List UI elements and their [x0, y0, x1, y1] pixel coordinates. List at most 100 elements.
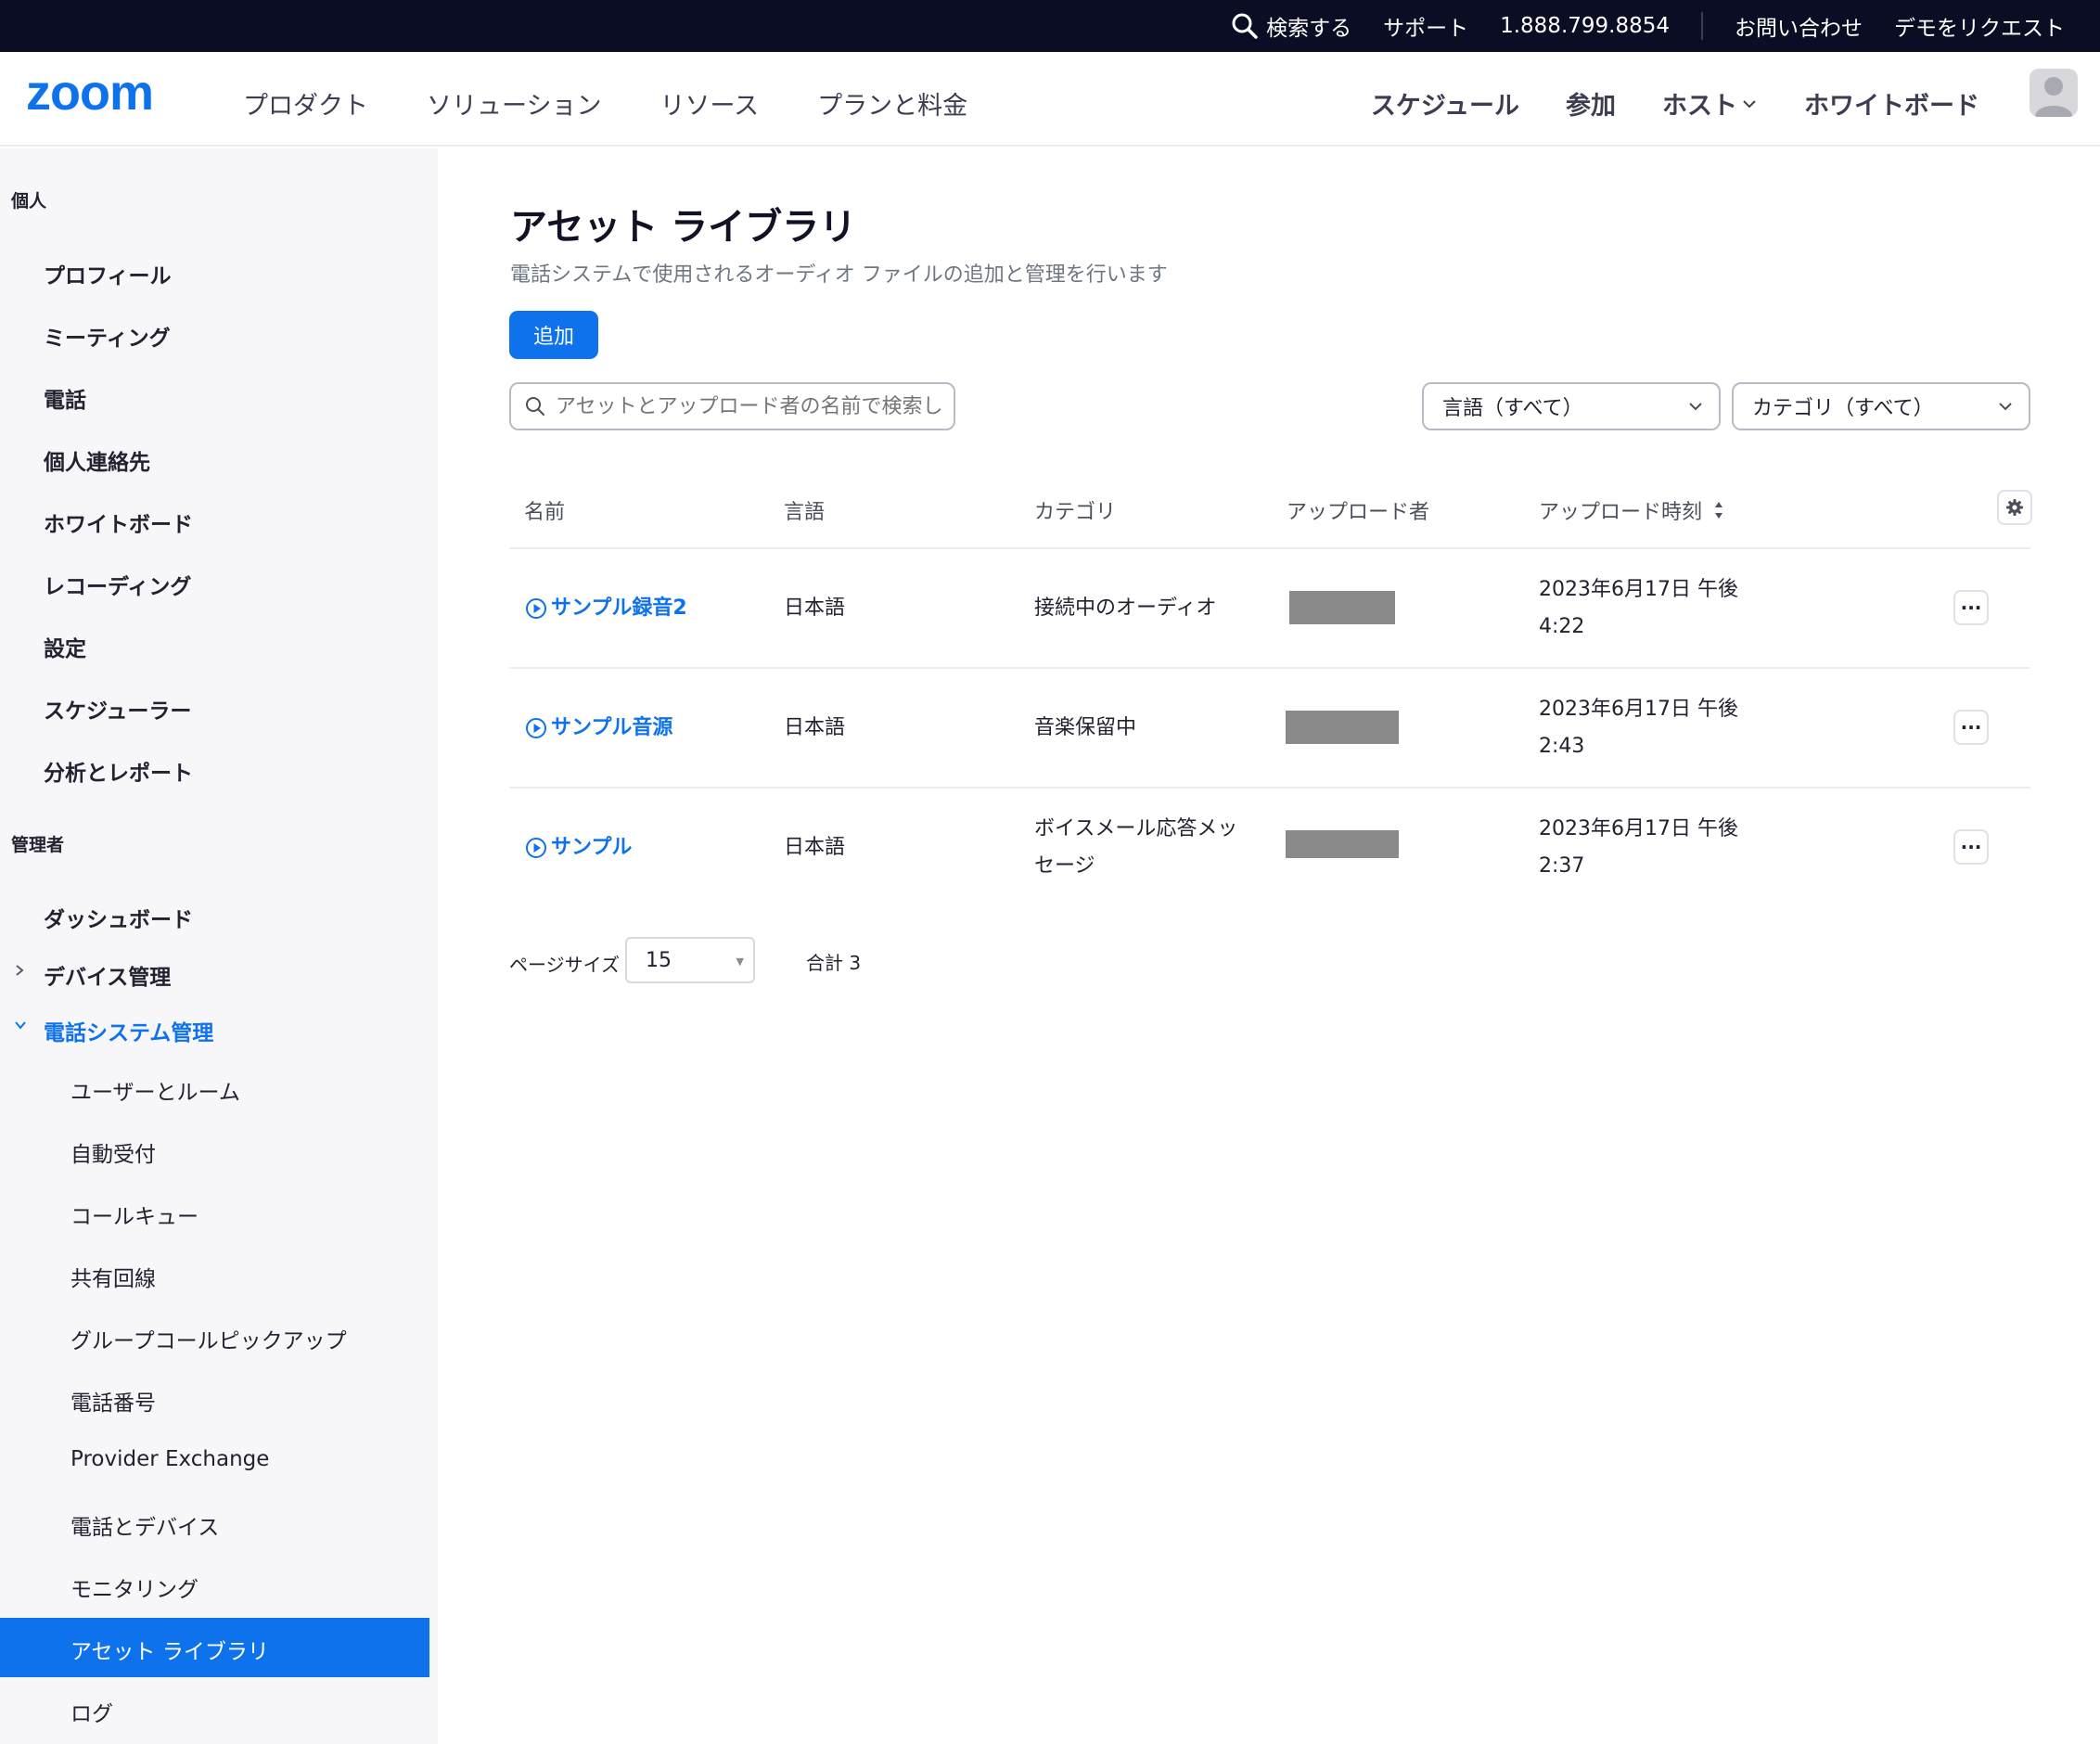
redacted-uploader	[1286, 830, 1399, 858]
asset-name-link[interactable]: サンプル録音2	[525, 590, 687, 627]
sidebar-item-settings[interactable]: 設定	[44, 631, 86, 662]
column-header-uploaded-at-label: アップロード時刻	[1539, 501, 1703, 524]
sidebar-sub-asset-library-label: アセット ライブラリ	[70, 1640, 269, 1664]
asset-language: 日本語	[784, 716, 846, 739]
sidebar-sub-logs[interactable]: ログ	[70, 1696, 113, 1727]
nav-schedule[interactable]: スケジュール	[1371, 85, 1519, 122]
nav-host-label: ホスト	[1662, 92, 1737, 121]
svg-text:zoom: zoom	[26, 72, 153, 115]
nav-resources[interactable]: リソース	[659, 85, 759, 122]
support-link[interactable]: サポート	[1383, 10, 1468, 42]
column-settings-button[interactable]	[1997, 490, 2032, 525]
page-description: 電話システムで使用されるオーディオ ファイルの追加と管理を行います	[510, 263, 1168, 287]
sidebar-item-phone-system[interactable]: 電話システム管理	[44, 1015, 213, 1046]
sidebar-item-scheduler[interactable]: スケジューラー	[44, 693, 191, 725]
sidebar-item-device-management[interactable]: デバイス管理	[44, 959, 171, 991]
row-more-button[interactable]: ···	[1953, 590, 1989, 625]
row-more-button[interactable]: ···	[1953, 710, 1989, 745]
sidebar-sub-users-rooms[interactable]: ユーザーとルーム	[70, 1074, 240, 1106]
uploaded-date: 2023年6月17日 午後	[1539, 578, 1738, 601]
sidebar-sub-phone-numbers[interactable]: 電話番号	[70, 1385, 156, 1417]
redacted-uploader	[1289, 591, 1395, 624]
redacted-uploader	[1286, 711, 1399, 744]
sidebar-sub-asset-library[interactable]: アセット ライブラリ	[0, 1618, 429, 1677]
uploaded-time: 4:22	[1539, 615, 1585, 638]
sidebar-section-admin: 管理者	[11, 835, 65, 855]
chevron-down-icon	[1689, 403, 1702, 411]
sidebar-item-meetings[interactable]: ミーティング	[44, 320, 171, 352]
sidebar-item-dashboard[interactable]: ダッシュボード	[44, 902, 193, 933]
search-icon	[526, 397, 544, 416]
chevron-down-icon	[1999, 403, 2012, 411]
uploaded-time: 2:43	[1539, 735, 1585, 758]
play-icon	[526, 598, 546, 619]
column-header-uploaded-at[interactable]: アップロード時刻	[1539, 495, 1726, 525]
row-more-button[interactable]: ···	[1953, 829, 1989, 865]
zoom-logo[interactable]: zoom	[26, 72, 193, 115]
asset-uploaded-at: 2023年6月17日 午後 2:37	[1539, 811, 1738, 885]
asset-uploaded-at: 2023年6月17日 午後 2:43	[1539, 691, 1738, 765]
sidebar-sub-provider-exchange[interactable]: Provider Exchange	[70, 1447, 269, 1471]
language-filter-select[interactable]: 言語（すべて）	[1422, 382, 1721, 430]
nav-products[interactable]: プロダクト	[243, 85, 368, 122]
chevron-down-icon[interactable]	[13, 1019, 28, 1032]
nav-host[interactable]: ホスト	[1662, 85, 1758, 122]
asset-language: 日本語	[784, 836, 846, 859]
sort-icon	[1715, 502, 1723, 519]
sidebar-item-contacts[interactable]: 個人連絡先	[44, 444, 150, 476]
asset-name-link[interactable]: サンプル	[525, 829, 632, 866]
table-row: サンプル 日本語 ボイスメール応答メッ セージ 2023年6月17日 午後 2:…	[509, 789, 2030, 908]
sidebar-sub-phones-devices[interactable]: 電話とデバイス	[70, 1509, 219, 1541]
sidebar-sub-group-pickup[interactable]: グループコールピックアップ	[70, 1323, 347, 1354]
sidebar-sub-monitoring[interactable]: モニタリング	[70, 1571, 198, 1603]
asset-name: サンプル音源	[551, 716, 673, 739]
search-link-label: 検索する	[1266, 17, 1352, 41]
contact-link[interactable]: お問い合わせ	[1735, 10, 1863, 42]
asset-name-link[interactable]: サンプル音源	[525, 710, 672, 747]
asset-search-field[interactable]	[509, 382, 955, 430]
language-filter-value: 言語（すべて）	[1442, 397, 1583, 420]
sidebar-item-phone[interactable]: 電話	[44, 382, 86, 414]
asset-category: 接続中のオーディオ	[1034, 596, 1217, 620]
sidebar: 個人 プロフィール ミーティング 電話 個人連絡先 ホワイトボード レコーディン…	[0, 148, 438, 1744]
sidebar-item-reports[interactable]: 分析とレポート	[44, 755, 193, 787]
nav-whiteboard[interactable]: ホワイトボード	[1804, 85, 1979, 122]
uploaded-date: 2023年6月17日 午後	[1539, 817, 1738, 840]
user-avatar[interactable]	[2030, 69, 2078, 117]
page-size-label: ページサイズ	[509, 954, 620, 976]
phone-number-link[interactable]: 1.888.799.8854	[1500, 14, 1670, 38]
page-size-select[interactable]: 15 ▼	[625, 937, 755, 983]
sidebar-section-personal: 個人	[11, 191, 47, 212]
search-icon	[1232, 13, 1258, 39]
sidebar-item-whiteboard[interactable]: ホワイトボード	[44, 507, 193, 538]
page-size-value: 15	[646, 948, 672, 972]
sidebar-item-recordings[interactable]: レコーディング	[44, 569, 191, 600]
category-filter-select[interactable]: カテゴリ（すべて）	[1732, 382, 2030, 430]
sidebar-sub-call-queue[interactable]: コールキュー	[70, 1199, 198, 1230]
asset-name: サンプル	[551, 836, 633, 859]
nav-solutions[interactable]: ソリューション	[427, 85, 601, 122]
column-header-uploader: アップロード者	[1287, 501, 1430, 524]
chevron-right-icon[interactable]	[13, 963, 26, 978]
sidebar-item-profile[interactable]: プロフィール	[44, 258, 172, 289]
main-navbar: zoom プロダクト ソリューション リソース プランと料金 スケジュール 参加…	[0, 52, 2100, 147]
page-title: アセット ライブラリ	[510, 206, 857, 249]
table-header: 名前 言語 カテゴリ アップロード者 アップロード時刻	[509, 464, 2032, 549]
column-header-category: カテゴリ	[1034, 501, 1117, 524]
nav-pricing[interactable]: プランと料金	[817, 85, 967, 122]
uploaded-date: 2023年6月17日 午後	[1539, 698, 1738, 721]
sidebar-sub-shared-lines[interactable]: 共有回線	[70, 1261, 156, 1292]
caret-down-icon: ▼	[736, 955, 744, 968]
sidebar-sub-auto-receptionist[interactable]: 自動受付	[70, 1136, 156, 1168]
asset-category-line: セージ	[1034, 854, 1095, 878]
request-demo-link[interactable]: デモをリクエスト	[1894, 10, 2065, 42]
top-search-link[interactable]: 検索する	[1231, 10, 1351, 42]
nav-join[interactable]: 参加	[1566, 85, 1616, 122]
top-utility-bar: 検索する サポート 1.888.799.8854 お問い合わせ デモをリクエスト	[0, 0, 2100, 52]
main-content: アセット ライブラリ 電話システムで使用されるオーディオ ファイルの追加と管理を…	[438, 148, 2100, 1744]
user-icon	[2035, 77, 2072, 117]
total-count: 合計 3	[806, 952, 862, 974]
add-button[interactable]: 追加	[509, 311, 598, 359]
asset-search-input[interactable]	[556, 394, 945, 418]
play-icon	[526, 718, 546, 738]
